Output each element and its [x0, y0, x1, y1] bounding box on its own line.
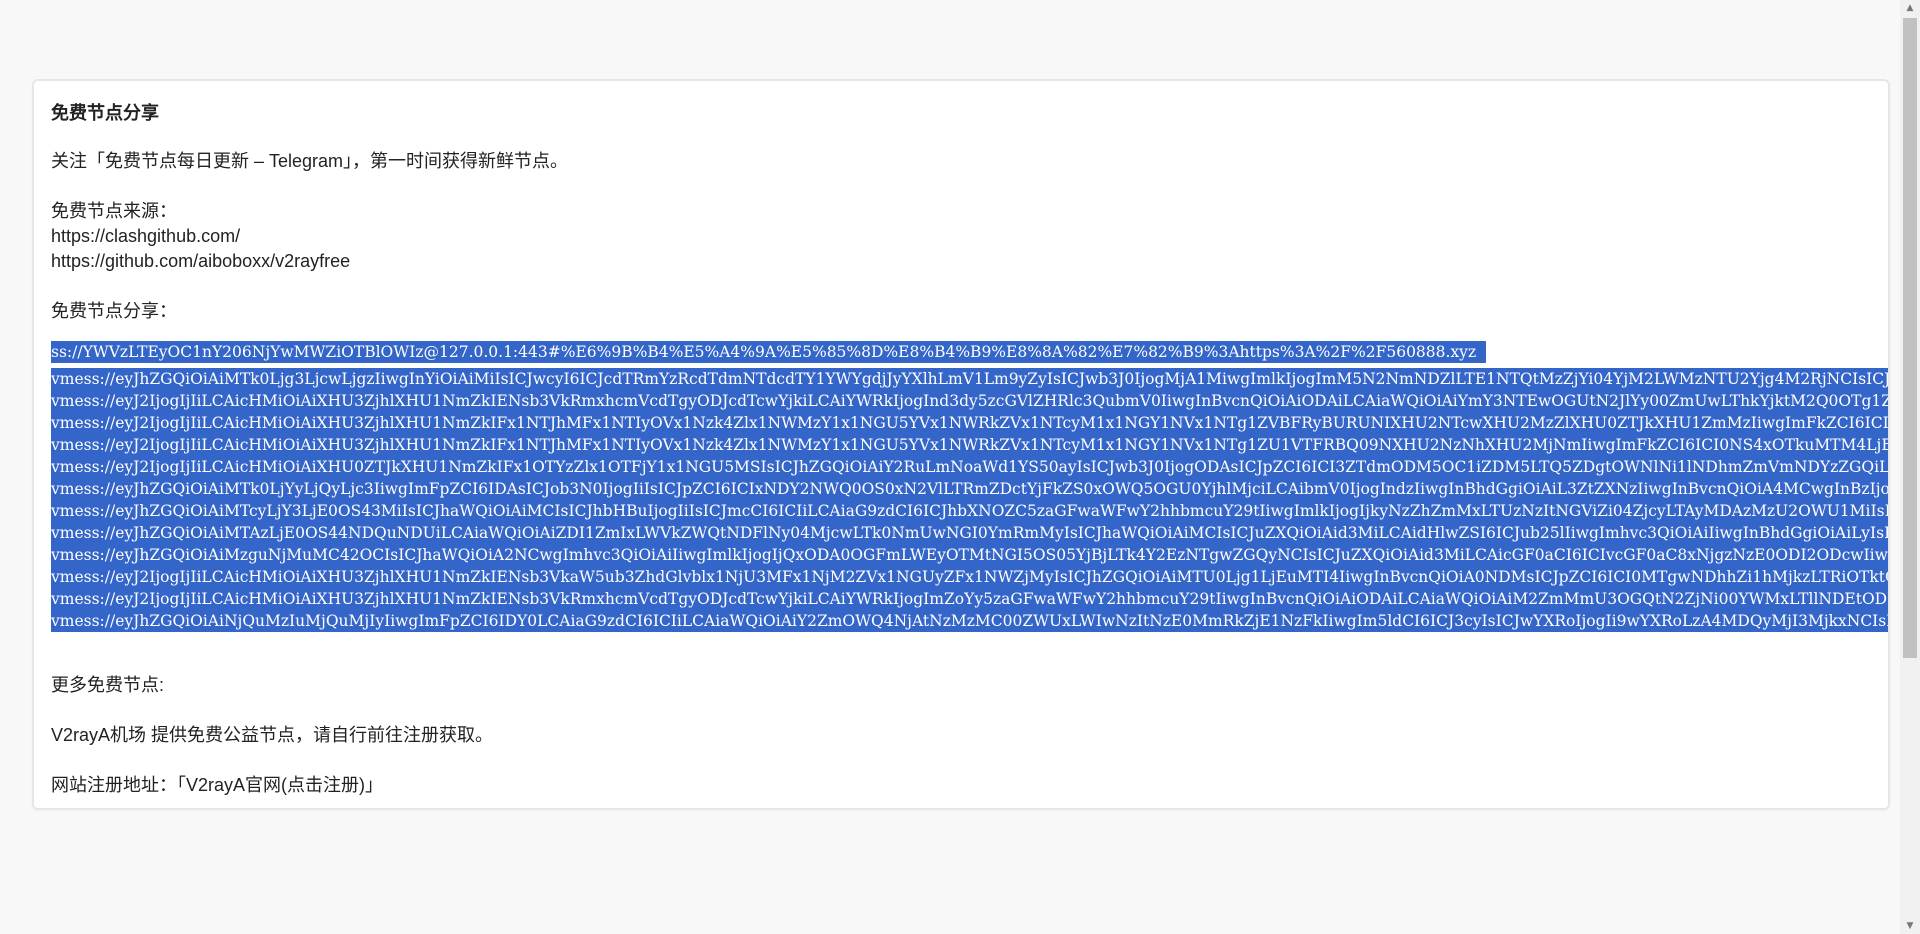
node-line[interactable]: vmess://eyJhZGQiOiAiMTAzLjE0OS44NDQuNDUi… — [51, 522, 1888, 544]
source-link-2[interactable]: https://github.com/aiboboxx/v2rayfree — [51, 249, 350, 273]
node-line[interactable]: vmess://eyJ2IjogIjIiLCAicHMiOiAiXHU0ZTJk… — [51, 456, 1888, 478]
node-line-ss[interactable]: ss://YWVzLTEyOC1nY206NjYwMWZiOTBlOWIz@12… — [51, 341, 1487, 363]
node-list[interactable]: ss://YWVzLTEyOC1nY206NjYwMWZiOTBlOWIz@12… — [51, 341, 1888, 632]
node-line[interactable]: vmess://eyJhZGQiOiAiNjQuMzIuMjQuMjIyIiwg… — [51, 610, 1888, 632]
vertical-scrollbar[interactable]: ▲ ▼ — [1900, 0, 1920, 934]
node-line[interactable]: vmess://eyJhZGQiOiAiMzguNjMuMC42OCIsICJh… — [51, 544, 1888, 566]
node-line[interactable]: vmess://eyJ2IjogIjIiLCAicHMiOiAiXHU3Zjhl… — [51, 434, 1888, 456]
node-line[interactable]: vmess://eyJ2IjogIjIiLCAicHMiOiAiXHU3Zjhl… — [51, 566, 1888, 588]
source-label: 免费节点来源： — [51, 201, 177, 221]
scroll-up-arrow-icon[interactable]: ▲ — [1900, 0, 1920, 16]
share-label: 免费节点分享： — [51, 301, 177, 321]
node-line[interactable]: vmess://eyJhZGQiOiAiMTk0Ljg3LjcwLjgzIiwg… — [51, 368, 1888, 390]
node-line[interactable]: vmess://eyJ2IjogIjIiLCAicHMiOiAiXHU3Zjhl… — [51, 412, 1888, 434]
page: 免费节点分享 关注「免费节点每日更新 – Telegram」，第一时间获得新鲜节… — [0, 0, 1920, 934]
node-line[interactable]: vmess://eyJ2IjogIjIiLCAicHMiOiAiXHU3Zjhl… — [51, 588, 1888, 610]
node-line[interactable]: vmess://eyJ2IjogIjIiLCAicHMiOiAiXHU3Zjhl… — [51, 390, 1888, 412]
node-line[interactable]: vmess://eyJhZGQiOiAiMTk0LjYyLjQyLjc3Iiwg… — [51, 478, 1888, 500]
page-title: 免费节点分享 — [51, 103, 159, 123]
content-card: 免费节点分享 关注「免费节点每日更新 – Telegram」，第一时间获得新鲜节… — [32, 79, 1890, 810]
follow-text[interactable]: 关注「免费节点每日更新 – Telegram」，第一时间获得新鲜节点。 — [51, 149, 568, 173]
scroll-down-arrow-icon[interactable]: ▼ — [1900, 918, 1920, 934]
register-link[interactable]: 网站注册地址：「V2rayA官网(点击注册)」 — [51, 773, 383, 797]
scroll-thumb[interactable] — [1903, 18, 1917, 658]
node-line[interactable]: vmess://eyJhZGQiOiAiMTcyLjY3LjE0OS43MiIs… — [51, 500, 1888, 522]
more-label: 更多免费节点: — [51, 675, 165, 695]
v2raya-text: V2rayA机场 提供免费公益节点，请自行前往注册获取。 — [51, 725, 494, 745]
source-link-1[interactable]: https://clashgithub.com/ — [51, 224, 240, 248]
